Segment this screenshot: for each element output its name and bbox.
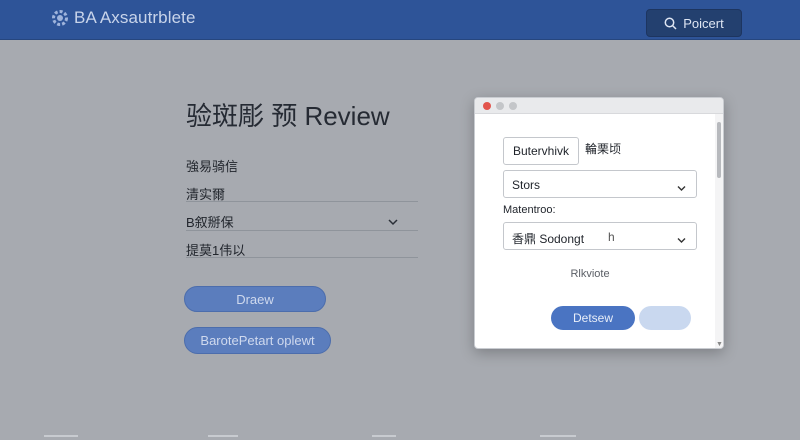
- chevron-down-icon: [677, 233, 686, 247]
- search-icon: [664, 17, 677, 30]
- search-button[interactable]: Poicert: [646, 9, 742, 37]
- maximize-icon[interactable]: [509, 102, 517, 110]
- minimize-icon[interactable]: [496, 102, 504, 110]
- select-suffix: h: [608, 230, 615, 244]
- dialog-titlebar: [475, 98, 723, 114]
- dialog-primary-button[interactable]: Detsew: [551, 306, 635, 330]
- search-button-label: Poicert: [683, 15, 724, 31]
- decorative-mark: [372, 435, 396, 437]
- top-header-bar: BA Axsautrblete Poicert: [0, 0, 800, 40]
- field-underline: [186, 201, 418, 202]
- chevron-down-icon: [677, 181, 686, 195]
- select-value: Stors: [512, 178, 541, 192]
- primary-button[interactable]: Draew: [184, 286, 326, 312]
- dialog-window: Butervhivk 輪栗顷 Stors Matentroo: 香鼎 Sodon…: [474, 97, 724, 349]
- dialog-field-label: Matentroo:: [503, 204, 556, 216]
- dialog-chip-label: 輪栗顷: [585, 142, 622, 156]
- decorative-mark: [44, 435, 78, 437]
- dialog-select[interactable]: 香鼎 Sodongt h: [503, 222, 697, 250]
- close-icon[interactable]: [483, 102, 491, 110]
- decorative-mark: [540, 435, 576, 437]
- app-title: BA Axsautrblete: [74, 8, 196, 27]
- dialog-scrollbar[interactable]: ▼: [715, 114, 723, 348]
- scrollbar-thumb[interactable]: [717, 122, 721, 178]
- dialog-select[interactable]: Stors: [503, 170, 697, 198]
- select-value: 香鼎 Sodongt: [512, 232, 585, 246]
- page-title: 验斑彫 预 Review: [186, 101, 390, 131]
- secondary-button[interactable]: BarotePetart oplewt: [184, 327, 331, 354]
- form-select-label[interactable]: B叙掰保: [186, 212, 234, 231]
- chevron-down-icon[interactable]: [388, 213, 398, 231]
- field-underline: [186, 230, 418, 231]
- decorative-mark: [208, 435, 238, 437]
- scroll-down-icon[interactable]: ▼: [716, 341, 723, 348]
- field-underline: [186, 257, 418, 258]
- gear-icon: [50, 8, 70, 28]
- bottom-strip: [0, 432, 800, 440]
- dialog-secondary-button[interactable]: [639, 306, 691, 330]
- dialog-link[interactable]: Rlkviote: [475, 268, 705, 280]
- app-window: BA Axsautrblete Poicert 验斑彫 预 Review 強易骑…: [0, 0, 800, 440]
- dialog-chip-button[interactable]: Butervhivk: [503, 137, 579, 165]
- form-field-label: 強易骑信: [186, 159, 239, 174]
